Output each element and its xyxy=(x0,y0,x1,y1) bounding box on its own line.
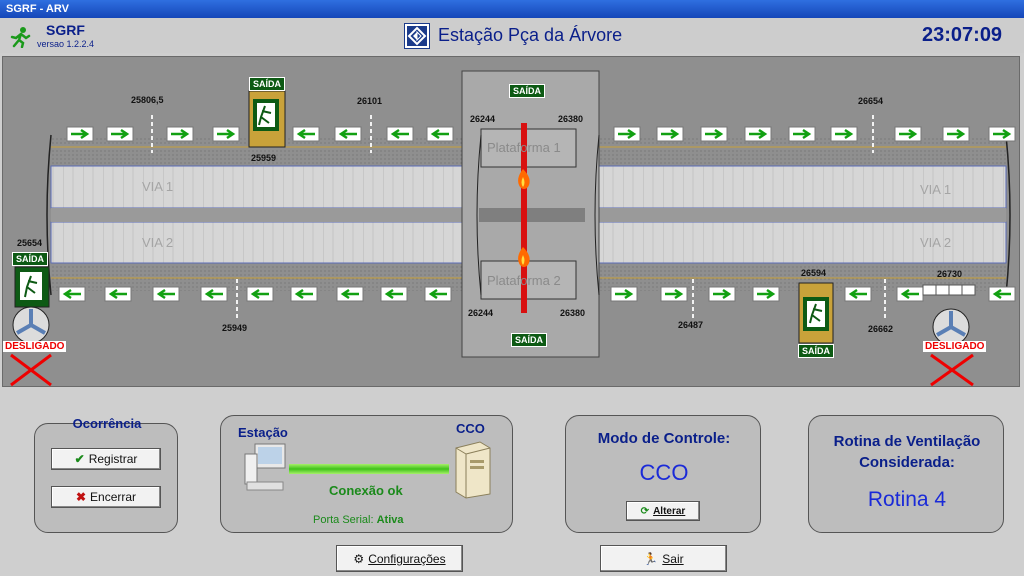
marker-26380-top: 26380 xyxy=(558,114,584,124)
gears-icon: ⚙ xyxy=(353,551,365,566)
check-icon: ✔ xyxy=(74,452,85,466)
porta-serial-value: Ativa xyxy=(376,514,404,526)
exit-door-bottom xyxy=(798,282,834,344)
window-titlebar: SGRF - ARV xyxy=(0,0,1024,18)
marker-25654: 25654 xyxy=(17,238,43,248)
app-version: versao 1.2.2.4 xyxy=(37,39,95,49)
connection-status: Conexão ok xyxy=(329,483,403,498)
station-title: Estação Pça da Árvore xyxy=(438,25,623,45)
marker-26380-bottom: 26380 xyxy=(560,308,586,318)
registrar-label: Registrar xyxy=(88,452,138,466)
rotina-title-line1: Rotina de Ventilação xyxy=(833,433,981,450)
marker-26594: 26594 xyxy=(801,268,827,278)
fan-left-status: DESLIGADO xyxy=(3,341,67,352)
server-icon xyxy=(448,438,496,500)
cco-label: CCO xyxy=(456,421,485,436)
ocorrencia-title: Ocorrência xyxy=(72,416,142,431)
connection-line xyxy=(289,464,449,474)
configuracoes-label: Configurações xyxy=(368,551,446,566)
app-name: SGRF xyxy=(46,22,85,38)
modo-controle-value: CCO xyxy=(639,460,689,485)
platform-1-label: Plataforma 1 xyxy=(487,140,561,155)
exit-sign-bottom-right: SAÍDA xyxy=(798,344,835,358)
exit-sign-station-top: SAÍDA xyxy=(509,84,546,98)
exit-sign-top-left: SAÍDA xyxy=(249,77,286,91)
ocorrencia-panel: Ocorrência ✔ Registrar ✖ Encerrar xyxy=(34,416,178,533)
exit-sign-left: SAÍDA xyxy=(12,252,49,266)
marker-26487: 26487 xyxy=(678,320,704,330)
marker-26662: 26662 xyxy=(868,324,894,334)
estacao-label: Estação xyxy=(238,425,288,440)
marker-25949: 25949 xyxy=(222,323,248,333)
marker-26730: 26730 xyxy=(937,269,963,279)
marker-26101: 26101 xyxy=(357,96,383,106)
exit-running-icon: 🏃 xyxy=(643,551,659,566)
alterar-button[interactable]: ⟳ Alterar xyxy=(626,501,700,521)
fan-right-status: DESLIGADO xyxy=(923,341,987,352)
rotina-title-line2: Considerada: xyxy=(859,454,955,471)
computer-icon xyxy=(241,440,289,494)
modo-controle-panel: Modo de Controle: CCO ⟳ Alterar xyxy=(565,415,761,533)
track-2-label-right: VIA 2 xyxy=(920,235,952,250)
sair-label: Sair xyxy=(662,551,684,566)
marker-26244-bottom: 26244 xyxy=(468,308,494,318)
track-1-label-left: VIA 1 xyxy=(142,179,174,194)
clock: 23:07:09 xyxy=(922,24,1003,46)
marker-26654: 26654 xyxy=(858,96,884,106)
app-header: SGRF versao 1.2.2.4 Estação Pça da Árvor… xyxy=(0,18,1024,53)
configuracoes-button[interactable]: ⚙ Configurações xyxy=(336,545,463,572)
running-man-icon xyxy=(8,26,32,49)
window-title: SGRF - ARV xyxy=(6,3,69,15)
rotina-value: Rotina 4 xyxy=(867,488,947,511)
rotina-ventilacao-panel: Rotina de Ventilação Considerada: Rotina… xyxy=(808,415,1004,533)
track-2-label-left: VIA 2 xyxy=(142,235,174,250)
metro-logo-icon xyxy=(405,24,429,48)
refresh-icon: ⟳ xyxy=(640,505,650,517)
sair-button[interactable]: 🏃 Sair xyxy=(600,545,727,572)
modo-controle-title: Modo de Controle: xyxy=(597,430,731,447)
exit-sign-station-bottom: SAÍDA xyxy=(511,333,548,347)
porta-serial-label: Porta Serial: xyxy=(313,514,374,526)
exit-door-top xyxy=(248,90,286,148)
encerrar-label: Encerrar xyxy=(90,490,137,504)
encerrar-button[interactable]: ✖ Encerrar xyxy=(51,486,161,508)
conexao-panel: Estação CCO Conexão ok Porta Serial: Ati… xyxy=(220,415,513,533)
porta-serial: Porta Serial: Ativa xyxy=(313,514,404,526)
marker-25806: 25806,5 xyxy=(131,95,164,105)
registrar-button[interactable]: ✔ Registrar xyxy=(51,448,161,470)
marker-26244-top: 26244 xyxy=(470,114,496,124)
track-1-label-right: VIA 1 xyxy=(920,182,952,197)
alterar-label: Alterar xyxy=(653,505,686,517)
marker-25959: 25959 xyxy=(251,153,277,163)
tunnel-diagram: 25806,5 26101 26244 26380 26654 25959 25… xyxy=(2,56,1020,387)
platform-2-label: Plataforma 2 xyxy=(487,273,561,288)
x-icon: ✖ xyxy=(75,490,87,504)
exit-door-left xyxy=(14,266,50,308)
damper-blocks xyxy=(922,284,976,296)
